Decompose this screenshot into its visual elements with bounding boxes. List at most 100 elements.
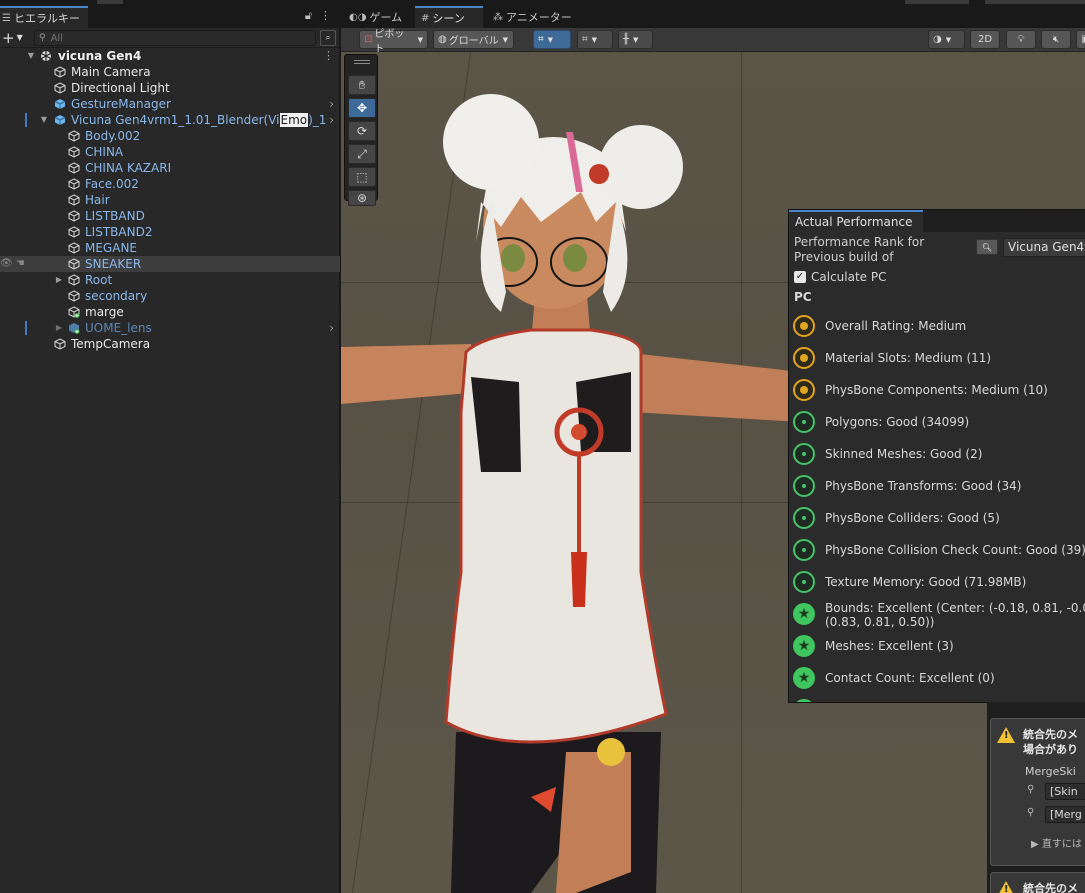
expand-arrow-icon: ▶ [1031,839,1039,850]
lock-icon[interactable]: 🔓︎ [305,9,312,23]
caret-down-icon: ▼ [945,35,952,44]
tree-row[interactable]: LISTBAND [0,208,340,224]
tree-item-label: LISTBAND2 [85,225,153,239]
eye-icon[interactable]: 👁︎ [0,258,13,269]
increment-snap-toggle[interactable]: ⌗ ▼ [577,30,613,49]
perf-item: ★ Bounds: Excellent (Center: (-0.18, 0.8… [793,601,1085,633]
tree-row[interactable]: ▶ UOME_lens › [0,320,340,336]
rating-good-icon [793,507,815,529]
checkmark-icon[interactable]: ✓ [794,271,806,283]
global-dropdown[interactable]: ◍ グローバル ▼ [433,30,514,49]
tree-item-label: CHINA [85,145,124,159]
grid-snap-toggle[interactable]: ⌗ ▼ [533,30,571,49]
rank-label-line: Previous build of [794,250,894,264]
ruler-icon: ╫ [623,34,630,45]
rating-excellent-star-icon: ★ [793,667,815,689]
scene-viewport[interactable]: ✋︎ ✥ ⟳ ⤢ ⬚ ⊛ Actual Performance Performa… [341,52,1085,893]
tree-row[interactable]: GestureManager › [0,96,340,112]
search-icon[interactable]: ⚲ [1027,784,1034,795]
tree-row[interactable]: ▶ Root [0,272,340,288]
label-part: )_1 [308,113,327,127]
grid-visibility-toggle[interactable]: ╫ ▼ [618,30,653,49]
shading-mode-dropdown[interactable]: ◑ ▼ [928,30,965,49]
tree-row[interactable]: Face.002 [0,176,340,192]
tree-row[interactable]: secondary [0,288,340,304]
more-menu-icon[interactable]: ⋮ [323,48,334,64]
rotate-tool[interactable]: ⟳ [348,121,376,141]
perf-item-text: Overall Rating: Medium [825,319,967,333]
pivot-dropdown[interactable]: ⊡ ピボット ▼ [359,29,428,55]
avatar-search-button[interactable]: 🔍︎ [976,239,998,255]
mute-icon: 🔇︎ [1052,34,1060,45]
perf-item: PhysBone Colliders: Good (5) [793,505,1085,531]
chevron-right-icon[interactable]: › [329,320,334,336]
expand-arrow-icon[interactable]: ▶ [54,272,64,288]
perf-item-text: Contact Count: Excellent (0) [825,671,995,685]
perf-item-text: PhysBone Transforms: Good (34) [825,479,1022,493]
create-button[interactable]: + ▼ [2,29,28,47]
tree-row[interactable]: Main Camera [0,64,340,80]
tree-row[interactable]: LISTBAND2 [0,224,340,240]
rect-tool[interactable]: ⬚ [348,167,376,187]
expand-arrow-icon[interactable]: ▶ [54,320,64,336]
overlay-grip[interactable] [354,60,370,64]
expand-arrow-icon[interactable]: ▼ [26,48,36,64]
hierarchy-toolbar: +▼ ⚲ ⌕ [0,28,339,48]
merge-field[interactable]: [Merg [1045,806,1085,823]
perf-item: Texture Memory: Good (71.98MB) [793,569,1085,595]
transform-tool[interactable]: ⊛ [348,190,376,206]
2d-toggle[interactable]: 2D [970,30,1000,49]
tree-row[interactable]: Body.002 [0,128,340,144]
effects-toggle[interactable]: ▣ [1076,30,1085,49]
scale-tool[interactable]: ⤢ [348,144,376,164]
move-tool[interactable]: ✥ [348,98,376,118]
hierarchy-search-input[interactable] [50,32,291,44]
tree-row[interactable]: marge [0,304,340,320]
tree-row[interactable]: CHINA [0,144,340,160]
scene-tabbar: ◐◑ ゲーム # シーン ⁂ アニメーター [341,6,1085,28]
tree-row[interactable]: Hair [0,192,340,208]
hierarchy-search[interactable]: ⚲ [34,30,316,46]
tab-hierarchy[interactable]: ☰ ヒエラルキー [0,6,88,28]
tree-row[interactable]: ▼ vicuna Gen4 ⋮ [0,48,340,64]
audio-toggle[interactable]: 🔇︎ [1041,30,1071,49]
prefab-added-icon [69,323,80,334]
more-menu-icon[interactable]: ⋮ [320,9,331,23]
avatar-ornament [571,424,587,440]
perf-item-text: Texture Memory: Good (71.98MB) [825,575,1027,589]
pivot-label: ピボット [374,28,405,55]
rating-good-icon [793,411,815,433]
rank-label-line: Performance Rank for [794,235,925,249]
expand-arrow-icon[interactable]: ▼ [39,112,49,128]
search-icon[interactable]: ⚲ [1027,807,1034,818]
tree-item-label: UOME_lens [85,321,152,335]
tab-actual-performance[interactable]: Actual Performance [789,210,923,232]
tree-row[interactable]: MEGANE [0,240,340,256]
search-highlight: Emo [279,113,309,127]
visibility-toggle[interactable]: 👁︎ ☚ [0,256,25,272]
skinned-mesh-field[interactable]: [Skin [1045,783,1085,800]
tab-animator[interactable]: ⁂ アニメーター [487,6,587,28]
warning-helpbox: ! 統合先のメ [990,872,1085,893]
warning-icon: ! [997,727,1015,743]
tree-row[interactable]: CHINA KAZARI [0,160,340,176]
scene-panel: ◐◑ ゲーム # シーン ⁂ アニメーター ⊡ ピボット ▼ ◍ グローバル ▼ ⌗ ▼ ⌗ ▼ … [341,6,1085,893]
calculate-pc-checkbox[interactable]: ✓ Calculate PC [794,270,886,284]
modified-marker [25,113,27,127]
pick-hand-icon[interactable]: ☚ [16,258,25,269]
gamepad-icon: ◐◑ [349,11,367,23]
tree-row[interactable]: ▼ Vicuna Gen4vrm1_1.01_Blender(ViEmo)_1 … [0,112,340,128]
tree-row[interactable]: 👁︎ ☚ SNEAKER [0,256,340,272]
avatar-select-field[interactable]: Vicuna Gen4v [1003,238,1085,257]
hand-tool[interactable]: ✋︎ [348,75,376,95]
tree-row[interactable]: Directional Light [0,80,340,96]
tree-row[interactable]: TempCamera [0,336,340,352]
caret-down-icon: ▼ [591,35,598,44]
hierarchy-tree: ▼ vicuna Gen4 ⋮ Main Camera Directional … [0,48,340,352]
search-options-button[interactable]: ⌕ [320,30,336,46]
chevron-right-icon[interactable]: › [329,96,334,112]
tab-scene[interactable]: # シーン [415,6,483,28]
warning-footer[interactable]: ▶ 直すには [1031,835,1082,850]
chevron-right-icon[interactable]: › [329,112,334,128]
lighting-toggle[interactable]: 💡︎ [1006,30,1036,49]
